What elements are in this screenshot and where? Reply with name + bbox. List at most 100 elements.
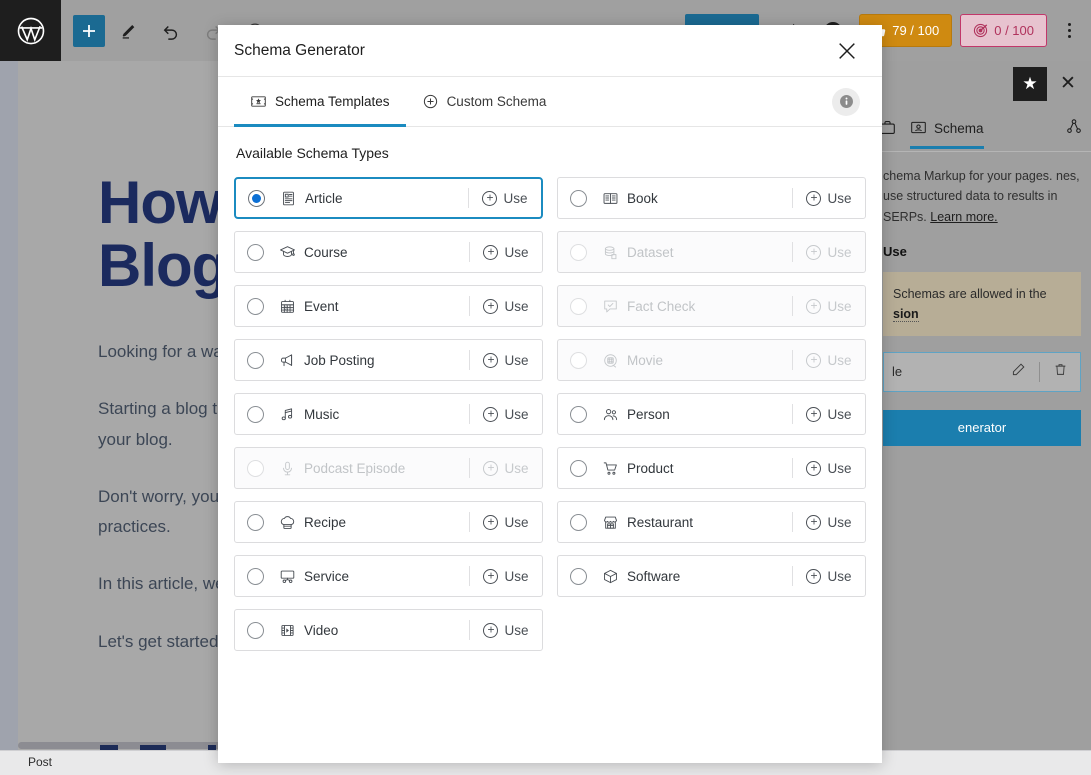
use-button-course[interactable]: + Use <box>470 244 542 260</box>
schema-type-item-service[interactable]: Service + Use <box>234 555 543 597</box>
schema-type-radio-video[interactable] <box>247 621 264 639</box>
undo-icon[interactable] <box>153 13 189 49</box>
schema-type-item-article[interactable]: Article + Use <box>234 177 543 219</box>
use-button-book[interactable]: + Use <box>793 190 865 206</box>
schema-type-radio-job-posting[interactable] <box>247 351 264 369</box>
use-button-article[interactable]: + Use <box>469 190 541 206</box>
schema-type-radio-restaurant[interactable] <box>570 513 587 531</box>
schema-type-label: Article <box>305 190 343 206</box>
schema-type-label: Software <box>627 568 681 584</box>
use-button-music[interactable]: + Use <box>470 406 542 422</box>
schema-type-radio-software[interactable] <box>570 567 587 585</box>
schema-type-label: Job Posting <box>304 352 375 368</box>
tools-pencil-icon[interactable] <box>111 13 147 49</box>
schema-type-item-software[interactable]: Software + Use <box>557 555 866 597</box>
sidebar-tab-schema[interactable]: Schema <box>910 119 984 149</box>
use-button-label: Use <box>827 568 852 584</box>
megaphone-icon <box>274 352 300 369</box>
chef-hat-icon <box>274 514 300 531</box>
film-icon <box>274 622 300 639</box>
schema-type-label: Course <box>304 244 348 260</box>
notice-link[interactable]: sion <box>893 306 919 322</box>
schema-type-item-music[interactable]: Music + Use <box>234 393 543 435</box>
schema-type-item-course[interactable]: Course + Use <box>234 231 543 273</box>
use-button-restaurant[interactable]: + Use <box>793 514 865 530</box>
edit-icon[interactable] <box>1007 361 1031 382</box>
schema-type-item-product[interactable]: Product + Use <box>557 447 866 489</box>
schema-type-label: Product <box>627 460 674 476</box>
plus-circle-icon: + <box>483 244 499 260</box>
schema-type-item-person[interactable]: Person + Use <box>557 393 866 435</box>
grid-filler <box>557 609 866 651</box>
schema-type-label: Book <box>627 190 658 206</box>
schema-type-label: Movie <box>627 352 664 368</box>
schema-type-item-restaurant[interactable]: Restaurant + Use <box>557 501 866 543</box>
plus-circle-icon: + <box>806 298 822 314</box>
use-button-service[interactable]: + Use <box>470 568 542 584</box>
schema-type-label: Person <box>627 406 670 422</box>
plus-circle-icon: + <box>483 622 499 638</box>
schema-type-radio-book[interactable] <box>570 189 587 207</box>
schema-type-radio-music[interactable] <box>247 405 264 423</box>
schema-type-label: Dataset <box>627 244 674 260</box>
use-button-label: Use <box>504 460 529 476</box>
plus-circle-icon: + <box>806 568 822 584</box>
plus-circle-icon: + <box>482 190 498 206</box>
close-icon[interactable]: ✕ <box>1055 72 1081 95</box>
plus-circle-icon: + <box>806 406 822 422</box>
schema-type-item-job-posting[interactable]: Job Posting + Use <box>234 339 543 381</box>
plus-circle-icon: + <box>806 190 822 206</box>
schema-icon <box>910 119 927 139</box>
schema-type-label: Music <box>304 406 340 422</box>
sidebar-tab-schema-label: Schema <box>934 121 984 136</box>
use-button-event[interactable]: + Use <box>470 298 542 314</box>
close-icon[interactable] <box>830 34 864 68</box>
use-button-label: Use <box>504 406 529 422</box>
seo-score-badge[interactable]: 0 / 100 <box>960 14 1047 47</box>
use-button-product[interactable]: + Use <box>793 460 865 476</box>
add-block-button[interactable] <box>73 14 105 47</box>
use-button-recipe[interactable]: + Use <box>470 514 542 530</box>
schema-type-radio-article[interactable] <box>248 189 265 207</box>
schema-type-radio-podcast-episode <box>247 459 264 477</box>
selected-schema-label: le <box>892 364 903 380</box>
tab-schema-templates[interactable]: Schema Templates <box>234 77 406 127</box>
schema-type-item-podcast-episode: Podcast Episode + Use <box>234 447 543 489</box>
schema-type-radio-course[interactable] <box>247 243 264 261</box>
info-icon[interactable] <box>832 87 860 116</box>
schema-type-radio-event[interactable] <box>247 297 264 315</box>
plus-circle-icon: + <box>483 298 499 314</box>
schema-type-item-video[interactable]: Video + Use <box>234 609 543 651</box>
use-button-label: Use <box>827 514 852 530</box>
schema-type-radio-person[interactable] <box>570 405 587 423</box>
use-button-software[interactable]: + Use <box>793 568 865 584</box>
schema-type-item-book[interactable]: Book + Use <box>557 177 866 219</box>
schema-type-label: Service <box>304 568 350 584</box>
sidebar-upgrade-notice: Schemas are allowed in the sion <box>883 271 1081 336</box>
sidebar-body: chema Markup for your pages. nes, use st… <box>873 152 1091 446</box>
schema-type-radio-product[interactable] <box>570 459 587 477</box>
schema-type-radio-recipe[interactable] <box>247 513 264 531</box>
editor-left-rail <box>0 61 18 775</box>
use-button-video[interactable]: + Use <box>470 622 542 638</box>
schema-type-item-recipe[interactable]: Recipe + Use <box>234 501 543 543</box>
app-root: 79 / 100 0 / 100 How to IncreaseBlog Tra… <box>0 0 1091 775</box>
schema-type-item-event[interactable]: Event + Use <box>234 285 543 327</box>
selected-schema-row[interactable]: le <box>883 351 1081 392</box>
trash-icon[interactable] <box>1048 362 1072 382</box>
calendar-icon <box>274 298 300 315</box>
use-button-job-posting[interactable]: + Use <box>470 352 542 368</box>
sidebar-header: ★ ✕ <box>873 61 1091 106</box>
more-options-icon[interactable] <box>1055 23 1083 38</box>
use-button-person[interactable]: + Use <box>793 406 865 422</box>
modal-tabs: Schema Templates Custom Schema <box>218 77 882 127</box>
sidebar-tab-social[interactable] <box>1065 118 1083 139</box>
schema-type-radio-service[interactable] <box>247 567 264 585</box>
schema-generator-button[interactable]: enerator <box>883 409 1081 446</box>
tab-custom-schema[interactable]: Custom Schema <box>406 77 563 126</box>
schema-type-label: Restaurant <box>627 514 694 530</box>
star-icon[interactable]: ★ <box>1013 66 1047 101</box>
learn-more-link[interactable]: Learn more. <box>930 210 997 224</box>
storefront-icon <box>597 514 623 531</box>
wordpress-logo[interactable] <box>0 0 61 61</box>
